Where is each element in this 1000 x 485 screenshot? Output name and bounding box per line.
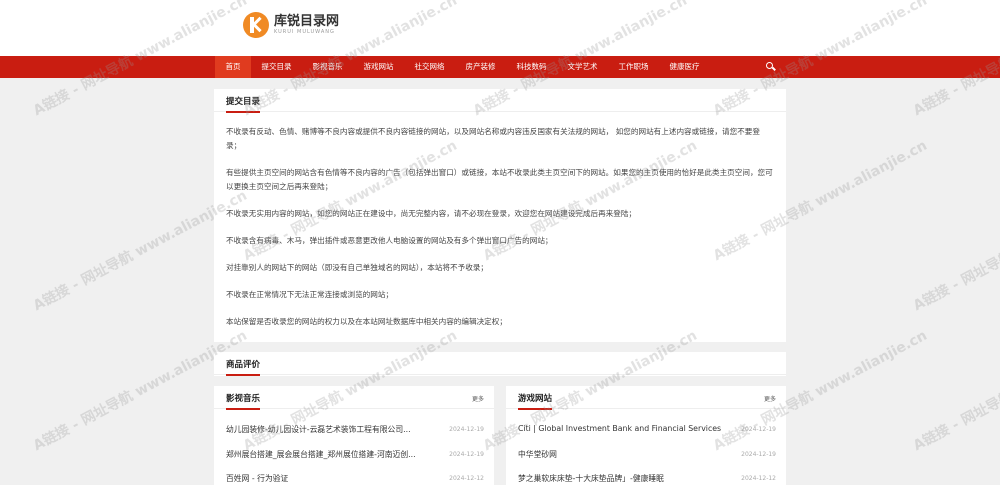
list-item[interactable]: 幼儿园装修-幼儿园设计-云磊艺术装饰工程有限公司... 2024-12-19 [226, 424, 484, 438]
list-item-date: 2024-12-19 [449, 426, 484, 433]
list-item-title[interactable]: 郑州展台搭建_展会展台搭建_郑州展位搭建-河南迈创... [226, 449, 434, 460]
category-title[interactable]: 影视音乐 [226, 392, 261, 410]
category-card-film-music: 影视音乐 更多 幼儿园装修-幼儿园设计-云磊艺术装饰工程有限公司... 2024-… [214, 386, 494, 485]
site-logo[interactable]: 库锐目录网 KURUI MULUWANG [243, 12, 339, 38]
more-link[interactable]: 更多 [472, 394, 484, 403]
category-title[interactable]: 游戏网站 [518, 392, 553, 410]
list-item-title[interactable]: 中华堂砂网 [518, 449, 726, 460]
logo-mark-icon [243, 12, 269, 38]
rule-paragraph: 不收录无实用内容的网站，如您的网站正在建设中，尚无完整内容，请不必现在登录，欢迎… [226, 209, 637, 218]
main-nav: 首页 提交目录 影视音乐 游戏网站 社交网络 房产装修 科技数码 文学艺术 工作职场 健康医疗 [0, 56, 1000, 78]
reviews-title[interactable]: 商品评价 [226, 358, 261, 376]
rule-paragraph: 不收录在正常情况下无法正常连接或浏览的网站； [226, 290, 394, 299]
search-icon[interactable] [765, 61, 777, 73]
list-item-title[interactable]: 百姓网 - 行为验证 [226, 473, 434, 484]
submit-title: 提交目录 [226, 97, 261, 113]
list-item-title[interactable]: 梦之巢软床床垫-十大床垫品牌」-健康睡眠 [518, 473, 726, 484]
nav-item[interactable]: 文学艺术 [557, 56, 608, 78]
nav-item[interactable]: 提交目录 [251, 56, 302, 78]
category-card-games: 游戏网站 更多 Citi | Global Investment Bank an… [506, 386, 786, 485]
list-item[interactable]: 中华堂砂网 2024-12-19 [518, 449, 776, 463]
submit-guidelines-card: 提交目录 不收录有反动、色情、赌博等不良内容或提供不良内容链接的网站，以及网站名… [214, 89, 786, 342]
list-item-date: 2024-12-12 [449, 475, 484, 482]
nav-item[interactable]: 工作职场 [608, 56, 659, 78]
list-item[interactable]: Citi | Global Investment Bank and Financ… [518, 424, 776, 438]
rule-paragraph: 有些提供主页空间的网站含有色情等不良内容的广告（包括弹出窗口）或链接，本站不收录… [226, 168, 773, 191]
list-item-title[interactable]: Citi | Global Investment Bank and Financ… [518, 424, 726, 433]
nav-item[interactable]: 科技数码 [506, 56, 557, 78]
rule-paragraph: 不收录含有病毒、木马，弹出插件或恶意更改他人电脑设置的网站及有多个弹出窗口广告的… [226, 236, 553, 245]
list-item-date: 2024-12-19 [449, 450, 484, 458]
rule-paragraph: 不收录有反动、色情、赌博等不良内容或提供不良内容链接的网站，以及网站名称或内容违… [226, 127, 760, 150]
nav-item[interactable]: 游戏网站 [353, 56, 404, 78]
nav-item[interactable]: 房产装修 [455, 56, 506, 78]
logo-subtitle: KURUI MULUWANG [274, 29, 335, 35]
watermark-text: A链接 - 网址导航 www.alianjie.cn [910, 188, 1000, 315]
list-item-date: 2024-12-19 [741, 450, 776, 458]
nav-item[interactable]: 健康医疗 [659, 56, 710, 78]
nav-item[interactable]: 社交网络 [404, 56, 455, 78]
list-item-title[interactable]: 幼儿园装修-幼儿园设计-云磊艺术装饰工程有限公司... [226, 424, 434, 435]
logo-title: 库锐目录网 [274, 14, 340, 29]
list-item-date: 2024-12-19 [741, 426, 776, 433]
list-item[interactable]: 郑州展台搭建_展会展台搭建_郑州展位搭建-河南迈创... 2024-12-19 [226, 449, 484, 463]
list-item[interactable]: 梦之巢软床床垫-十大床垫品牌」-健康睡眠 2024-12-12 [518, 473, 776, 485]
nav-item[interactable]: 首页 [215, 56, 251, 78]
watermark-text: A链接 - 网址导航 www.alianjie.cn [910, 328, 1000, 455]
list-item-date: 2024-12-12 [741, 475, 776, 482]
rule-paragraph: 对挂靠别人的网站下的网站（即没有自己单独域名的网站），本站将不予收录； [226, 263, 488, 272]
top-header: 库锐目录网 KURUI MULUWANG [0, 0, 1000, 56]
more-link[interactable]: 更多 [764, 394, 776, 403]
submit-rules: 不收录有反动、色情、赌博等不良内容或提供不良内容链接的网站，以及网站名称或内容违… [214, 112, 786, 329]
reviews-card: 商品评价 [214, 352, 786, 376]
rule-paragraph: 本站保留是否收录您的网站的权力以及在本站网址数据库中相关内容的编辑决定权； [226, 317, 507, 326]
list-item[interactable]: 百姓网 - 行为验证 2024-12-12 [226, 473, 484, 485]
nav-item[interactable]: 影视音乐 [302, 56, 353, 78]
